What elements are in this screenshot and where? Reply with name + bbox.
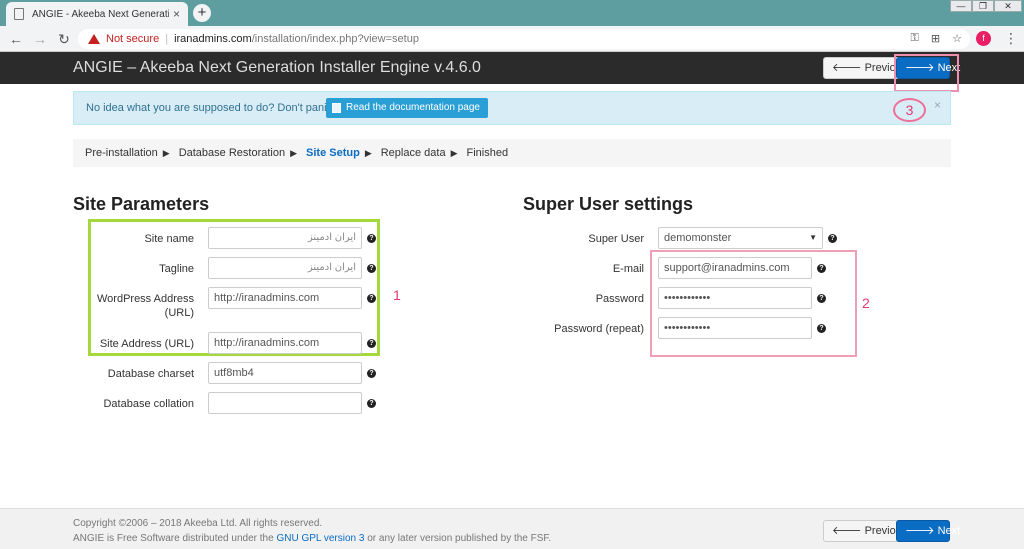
alert-close-icon[interactable]: ×: [934, 98, 941, 112]
crumb-replace-data: Replace data: [380, 147, 446, 159]
wordpress-address-label: WordPress Address (URL): [90, 292, 194, 320]
tagline-input[interactable]: ایران ادمینز: [208, 257, 362, 279]
documentation-button-label: Read the documentation page: [346, 102, 480, 113]
maximize-button[interactable]: ❐: [972, 0, 994, 12]
star-icon[interactable]: ☆: [952, 32, 962, 45]
help-icon[interactable]: ?: [817, 264, 826, 273]
wordpress-address-label-line2: (URL): [164, 307, 194, 319]
chevron-right-icon: ▶: [364, 147, 372, 158]
tab-title: ANGIE - Akeeba Next Generation: [32, 8, 169, 20]
back-arrow-icon[interactable]: ←: [8, 30, 24, 48]
security-status: Not secure: [106, 33, 160, 45]
help-alert: No idea what you are supposed to do? Don…: [73, 91, 951, 125]
crumb-pre-installation: Pre-installation: [85, 147, 158, 159]
annotation-box-next: [894, 54, 959, 92]
gpl-link[interactable]: GNU GPL version 3: [276, 533, 364, 544]
warning-icon: [88, 34, 100, 44]
chevron-down-icon: ▼: [809, 233, 817, 242]
page-title: ANGIE – Akeeba Next Generation Installer…: [73, 59, 481, 76]
help-icon[interactable]: ?: [817, 294, 826, 303]
chevron-right-icon: ▶: [162, 147, 170, 158]
super-user-selected-value: demomonster: [664, 232, 732, 244]
license-text: ANGIE is Free Software distributed under…: [73, 533, 551, 544]
divider: |: [165, 33, 169, 45]
help-icon[interactable]: ?: [367, 399, 376, 408]
chevron-right-icon: ▶: [450, 147, 458, 158]
super-user-label: Super User: [588, 233, 644, 245]
database-collation-label: Database collation: [103, 398, 194, 410]
super-user-select[interactable]: demomonster ▼: [658, 227, 823, 249]
crumb-finished: Finished: [466, 147, 509, 159]
browser-menu-icon[interactable]: ⋮: [1004, 30, 1018, 47]
new-tab-button[interactable]: +: [193, 4, 211, 22]
help-icon[interactable]: ?: [817, 324, 826, 333]
chevron-right-icon: ▶: [290, 147, 298, 158]
document-icon: [332, 103, 341, 113]
browser-tab-strip: ANGIE - Akeeba Next Generation × + — ❐ ✕: [0, 0, 1024, 26]
site-name-input[interactable]: ایران ادمینز: [208, 227, 362, 249]
help-icon[interactable]: ?: [828, 234, 837, 243]
annotation-1: 1: [393, 287, 401, 303]
omnibox-actions: ⚿ ⊞ ☆: [911, 32, 962, 45]
password-field[interactable]: ••••••••••••: [658, 287, 812, 309]
documentation-button[interactable]: Read the documentation page: [326, 98, 488, 118]
site-name-label: Site name: [144, 233, 194, 245]
site-address-input[interactable]: http://iranadmins.com: [208, 332, 362, 354]
wordpress-address-label-line1: WordPress Address: [96, 293, 194, 305]
email-field[interactable]: support@iranadmins.com: [658, 257, 812, 279]
tab-close-icon[interactable]: ×: [173, 7, 180, 21]
database-charset-label: Database charset: [107, 368, 194, 380]
profile-avatar[interactable]: f: [976, 31, 991, 46]
license-prefix: ANGIE is Free Software distributed under…: [73, 533, 274, 544]
footer: Copyright ©2006 – 2018 Akeeba Ltd. All r…: [0, 508, 1024, 549]
url-path: /installation/index.php?view=setup: [251, 33, 419, 45]
wordpress-address-input[interactable]: http://iranadmins.com: [208, 287, 362, 309]
annotation-3: 3: [893, 98, 926, 122]
url-host: iranadmins.com: [174, 33, 252, 45]
license-suffix: or any later version published by the FS…: [367, 533, 552, 544]
translate-icon[interactable]: ⊞: [931, 32, 940, 45]
forward-arrow-icon[interactable]: →: [32, 30, 48, 48]
browser-toolbar: ← → ↻ Not secure | iranadmins.com /insta…: [0, 26, 1024, 52]
help-icon[interactable]: ?: [367, 339, 376, 348]
site-address-label: Site Address (URL): [99, 338, 194, 350]
copyright-text: Copyright ©2006 – 2018 Akeeba Ltd. All r…: [73, 518, 323, 529]
password-label: Password: [595, 293, 644, 305]
help-icon[interactable]: ?: [367, 234, 376, 243]
arrow-left-icon: 🡐: [832, 62, 865, 74]
password-repeat-field[interactable]: ••••••••••••: [658, 317, 812, 339]
alert-text: No idea what you are supposed to do? Don…: [86, 102, 336, 114]
arrow-right-icon: 🡒: [905, 525, 938, 537]
footer-next-label: Next: [937, 525, 961, 537]
site-parameters-heading: Site Parameters: [73, 194, 210, 214]
breadcrumb: Pre-installation ▶ Database Restoration ▶ …: [73, 139, 951, 167]
email-label: E-mail: [612, 263, 644, 275]
password-repeat-label: Password (repeat): [554, 323, 644, 335]
address-bar[interactable]: Not secure | iranadmins.com /installatio…: [78, 29, 970, 49]
browser-tab[interactable]: ANGIE - Akeeba Next Generation ×: [6, 2, 188, 26]
footer-next-button[interactable]: 🡒 Next: [896, 520, 960, 542]
database-collation-input[interactable]: [208, 392, 362, 414]
super-user-heading: Super User settings: [523, 194, 694, 214]
database-charset-input[interactable]: utf8mb4: [208, 362, 362, 384]
help-icon[interactable]: ?: [367, 294, 376, 303]
reload-icon[interactable]: ↻: [56, 30, 72, 48]
help-icon[interactable]: ?: [367, 369, 376, 378]
arrow-left-icon: 🡐: [832, 525, 865, 537]
close-window-button[interactable]: ✕: [994, 0, 1022, 12]
annotation-2: 2: [862, 295, 870, 311]
help-icon[interactable]: ?: [367, 264, 376, 273]
crumb-database-restoration: Database Restoration: [178, 147, 286, 159]
key-icon[interactable]: ⚿: [911, 32, 919, 45]
page-icon: [14, 8, 24, 20]
tagline-label: Tagline: [159, 263, 194, 275]
crumb-site-setup: Site Setup: [306, 147, 360, 159]
minimize-button[interactable]: —: [950, 0, 972, 12]
